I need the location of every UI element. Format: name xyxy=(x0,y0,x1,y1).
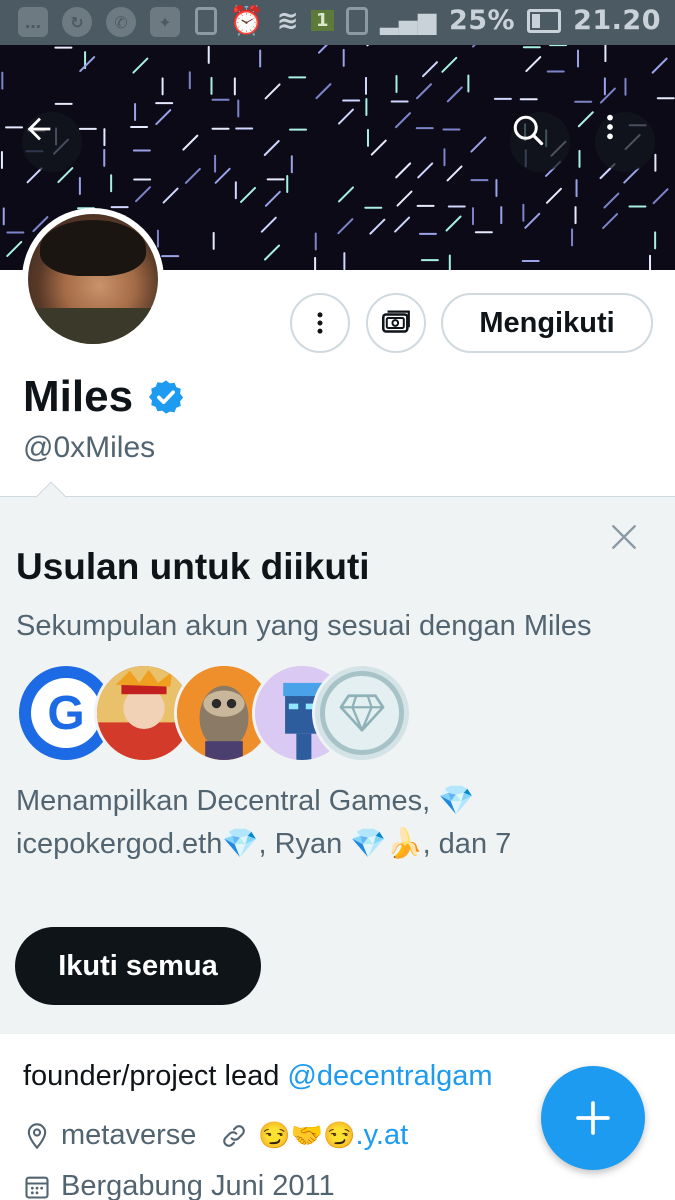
link-text: .y.at xyxy=(355,1119,409,1151)
calendar-icon xyxy=(25,1176,49,1199)
mobile-data-icon: 1 xyxy=(311,10,335,31)
link-emoji: 😏🤝😏 xyxy=(258,1120,356,1150)
profile-meta-row: metaverse 😏🤝😏.y.at xyxy=(23,1119,408,1152)
tip-button[interactable] xyxy=(366,293,426,353)
tip-jar-icon xyxy=(381,310,410,333)
dismiss-suggestions-button[interactable] xyxy=(604,517,644,557)
profile-website-link[interactable]: 😏🤝😏.y.at xyxy=(258,1119,408,1152)
whatsapp-notification-icon: ✆ xyxy=(106,7,136,37)
diamond-icon xyxy=(339,694,385,732)
compose-plus-icon xyxy=(576,1101,610,1135)
display-name: Miles xyxy=(23,372,134,421)
more-vertical-icon xyxy=(607,114,613,140)
profile-name: Miles xyxy=(23,372,185,422)
close-icon xyxy=(612,525,636,549)
compose-tweet-button[interactable] xyxy=(541,1066,645,1170)
suggested-avatar-diamond xyxy=(312,663,412,763)
profile-location: metaverse xyxy=(61,1119,197,1151)
follow-all-button[interactable]: Ikuti semua xyxy=(15,927,261,1005)
status-bar: … ↻ ✆ ✦ ⏰ ≋ 1 ▂▄▆ 25% 21.20 xyxy=(0,0,675,45)
wifi-icon: ≋ xyxy=(276,5,300,36)
clock: 21.20 xyxy=(573,5,661,36)
battery-icon xyxy=(527,8,562,33)
sync-notification-icon: ↻ xyxy=(62,7,92,37)
avatar-photo xyxy=(28,214,158,344)
twitter-notification-icon: ✦ xyxy=(150,7,180,37)
following-button[interactable]: Mengikuti xyxy=(441,293,653,353)
search-button[interactable] xyxy=(510,112,570,172)
status-bar-notifications: … ↻ ✆ ✦ xyxy=(18,7,180,37)
more-options-button[interactable] xyxy=(595,112,655,172)
profile-join-row: Bergabung Juni 2011 xyxy=(23,1170,335,1200)
no-sim-icon xyxy=(346,6,369,35)
search-icon xyxy=(513,115,544,146)
message-notification-icon: … xyxy=(18,7,48,37)
signal-icon: ▂▄▆ xyxy=(380,6,437,35)
more-vertical-icon xyxy=(317,312,323,334)
verified-badge-icon xyxy=(148,380,184,414)
back-button[interactable] xyxy=(22,112,82,172)
suggested-avatars[interactable]: G xyxy=(16,663,416,763)
status-bar-system: ⏰ ≋ 1 ▂▄▆ 25% 21.20 xyxy=(195,4,661,37)
bio-mention-link[interactable]: @decentralgam xyxy=(287,1060,492,1092)
follow-suggestions-card: Usulan untuk diikuti Sekumpulan akun yan… xyxy=(0,481,675,1034)
profile-handle: @0xMiles xyxy=(23,431,156,464)
link-icon xyxy=(223,1124,246,1147)
bio-text: founder/project lead xyxy=(23,1060,288,1092)
profile-joined-date: Bergabung Juni 2011 xyxy=(61,1170,335,1200)
location-icon xyxy=(27,1122,47,1149)
suggestions-subtitle: Sekumpulan akun yang sesuai dengan Miles xyxy=(16,610,592,642)
suggestions-title: Usulan untuk diikuti xyxy=(16,546,370,587)
profile-bio: founder/project lead @decentralgam xyxy=(23,1060,493,1093)
profile-more-button[interactable] xyxy=(290,293,350,353)
card-pointer xyxy=(35,481,67,513)
suggestions-description: Menampilkan Decentral Games, 💎 icepokerg… xyxy=(16,785,512,860)
vibrate-icon xyxy=(195,6,218,35)
battery-percent: 25% xyxy=(448,5,516,36)
alarm-icon: ⏰ xyxy=(229,4,265,37)
profile-avatar[interactable] xyxy=(22,208,164,350)
back-arrow-icon xyxy=(27,117,51,141)
